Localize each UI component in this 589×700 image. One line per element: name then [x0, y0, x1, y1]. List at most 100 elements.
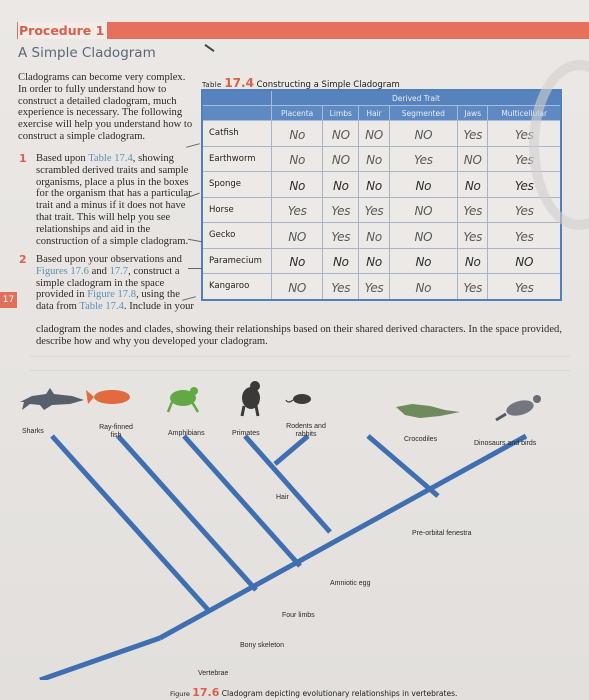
taxon-label: Sharks	[22, 428, 44, 435]
organism-label: Horse	[201, 196, 272, 223]
trait-label: Hair	[276, 494, 289, 501]
pigeon-icon	[495, 395, 541, 422]
handwritten-answer: Yes	[364, 204, 384, 219]
trait-cell[interactable]: No	[388, 171, 458, 198]
figure-link[interactable]: 17.7	[110, 266, 129, 277]
handwritten-answer: Yes	[463, 127, 483, 142]
organism-label: Sponge	[201, 171, 272, 198]
trait-label: Four limbs	[282, 612, 315, 619]
intro-paragraph: Cladograms can become very complex. In o…	[18, 72, 193, 142]
rodent-icon	[285, 394, 311, 404]
table-row: Catfish No NO NO NO Yes Yes	[201, 120, 562, 147]
trait-cell[interactable]: NO	[270, 273, 324, 300]
trait-cell[interactable]: Yes	[487, 222, 562, 249]
trait-cell[interactable]: Yes	[322, 273, 360, 300]
trait-cell[interactable]: Yes	[456, 273, 489, 300]
table-row: Earthworm No NO No Yes NO Yes	[201, 145, 562, 172]
trait-cell[interactable]: No	[358, 222, 390, 249]
step-number: 2	[19, 253, 27, 266]
branch-sharks	[50, 434, 212, 614]
handwritten-answer: NO	[414, 229, 433, 244]
trait-cell[interactable]: Yes	[456, 222, 489, 249]
main-stem-base	[39, 635, 161, 680]
handwritten-answer: NO	[414, 127, 433, 142]
branch-crocodiles	[366, 434, 440, 498]
cladogram-data-table: Derived Trait Placenta Limbs Hair Segmented…	[201, 89, 562, 301]
organism-label: Earthworm	[201, 145, 272, 172]
organism-label: Kangaroo	[201, 273, 272, 300]
main-stem	[158, 433, 528, 641]
textbook-page: Procedure 1 A Simple Cladogram Cladogram…	[0, 0, 589, 700]
handwritten-answer: Yes	[463, 229, 483, 244]
trait-label: Pre-orbital fenestra	[412, 530, 472, 537]
taxon-label: Amphibians	[168, 430, 205, 437]
trait-cell[interactable]: No	[388, 273, 458, 300]
answer-line	[30, 356, 570, 357]
trait-cell[interactable]: No	[270, 171, 324, 198]
trait-cell[interactable]: Yes	[487, 273, 562, 300]
trait-cell[interactable]: Yes	[322, 222, 360, 249]
table-link[interactable]: Table 17.4	[88, 153, 133, 164]
handwritten-answer: No	[332, 178, 349, 193]
chapter-tab: 17	[0, 292, 17, 308]
handwritten-answer: NO	[331, 127, 350, 142]
trait-cell[interactable]: Yes	[322, 196, 360, 223]
trait-cell[interactable]: Yes	[358, 273, 390, 300]
trait-cell[interactable]: No	[456, 171, 489, 198]
organism-label: Paramecium	[201, 247, 272, 274]
trait-label: Amniotic egg	[330, 580, 371, 587]
trait-label: Bony skeleton	[240, 642, 284, 649]
trait-cell[interactable]: No	[358, 247, 390, 274]
handwritten-answer: Yes	[463, 280, 483, 295]
trait-cell[interactable]: No	[322, 247, 360, 274]
table-link[interactable]: Table 17.4	[79, 301, 124, 312]
trait-cell[interactable]: NO	[388, 120, 458, 147]
trait-cell[interactable]: No	[456, 247, 489, 274]
step-2-continuation: cladogram the nodes and clades, showing …	[36, 324, 562, 347]
trait-cell[interactable]: NO	[487, 247, 562, 274]
crocodile-icon	[396, 404, 460, 418]
trait-cell[interactable]: NO	[322, 120, 360, 147]
trait-cell[interactable]: NO	[388, 222, 458, 249]
figure-link[interactable]: Figure 17.8	[87, 289, 136, 300]
branch-ray-finned-fish	[116, 434, 258, 592]
trait-cell[interactable]: Yes	[388, 145, 458, 172]
handwritten-answer: NO	[288, 229, 307, 244]
figure-link[interactable]: Figures 17.6	[36, 266, 89, 277]
trait-cell[interactable]: No	[358, 171, 390, 198]
trait-cell[interactable]: NO	[388, 196, 458, 223]
trait-cell[interactable]: No	[270, 120, 324, 147]
trait-cell[interactable]: NO	[358, 120, 390, 147]
taxon-label: Dinosaurs and birds	[474, 440, 537, 447]
table-row: Kangaroo NO Yes Yes No Yes Yes	[201, 273, 562, 300]
trait-cell[interactable]: No	[388, 247, 458, 274]
pen-mark	[188, 268, 202, 269]
trait-cell[interactable]: Yes	[456, 120, 489, 147]
trait-cell[interactable]: No	[322, 171, 360, 198]
answer-line	[30, 370, 570, 371]
handwritten-answer: No	[415, 255, 432, 270]
trait-cell[interactable]: No	[358, 145, 390, 172]
handwritten-answer: No	[415, 178, 432, 193]
handwritten-answer: No	[464, 255, 481, 270]
trait-cell[interactable]: NO	[456, 145, 489, 172]
trait-cell[interactable]: Yes	[270, 196, 324, 223]
trait-cell[interactable]: NO	[270, 222, 324, 249]
column-header-segmented: Segmented	[388, 105, 458, 121]
handwritten-answer: No	[289, 255, 306, 270]
handwritten-answer: Yes	[287, 204, 307, 219]
handwritten-answer: Yes	[514, 178, 534, 193]
handwritten-answer: No	[366, 229, 382, 244]
trait-cell[interactable]: NO	[322, 145, 360, 172]
table-title: Table 17.4 Constructing a Simple Cladogr…	[202, 76, 400, 90]
column-header-hair: Hair	[358, 105, 390, 121]
handwritten-answer: NO	[414, 204, 433, 219]
table-row: Gecko NO Yes No NO Yes Yes	[201, 222, 562, 249]
taxon-label: Primates	[232, 430, 260, 437]
trait-cell[interactable]: Yes	[456, 196, 489, 223]
table-row: Horse Yes Yes Yes NO Yes Yes	[201, 196, 562, 223]
trait-cell[interactable]: No	[270, 145, 324, 172]
trait-cell[interactable]: Yes	[358, 196, 390, 223]
handwritten-answer: Yes	[463, 204, 483, 219]
trait-cell[interactable]: No	[270, 247, 324, 274]
